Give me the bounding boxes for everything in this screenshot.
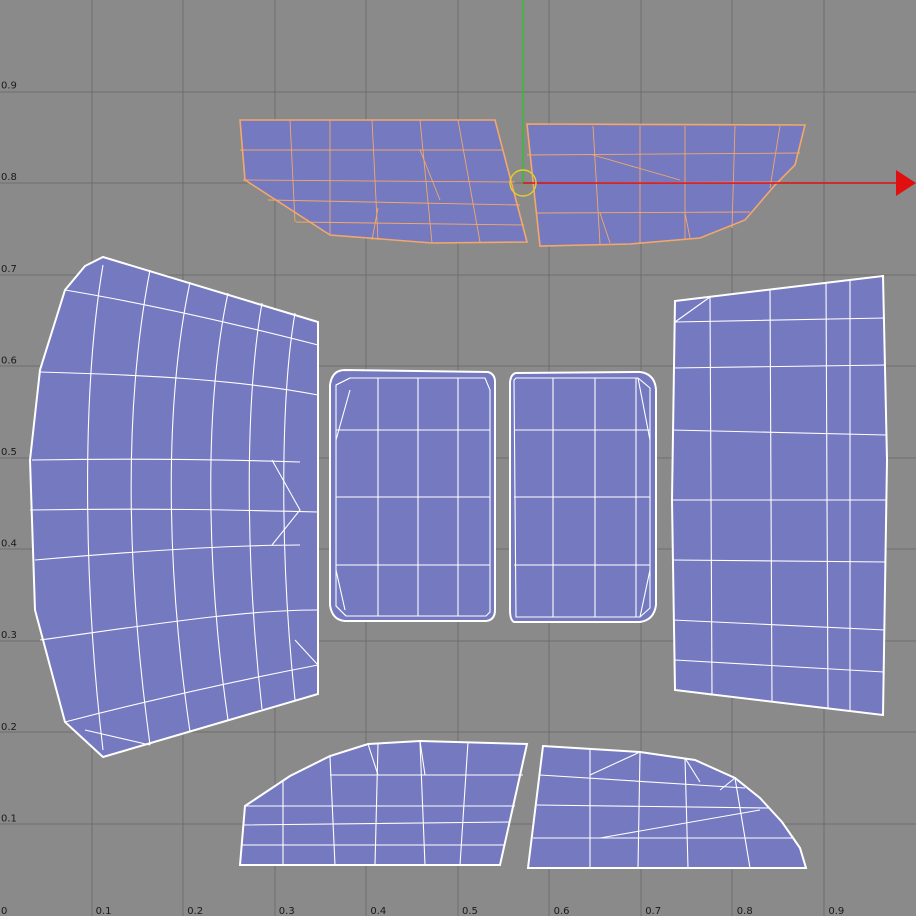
y-tick-label: 0.5	[1, 447, 17, 458]
x-tick-label: 0.6	[554, 906, 570, 916]
x-tick-label: 0.3	[279, 906, 295, 916]
y-tick-label: 0.1	[1, 813, 17, 824]
x-tick-label: 0.5	[462, 906, 478, 916]
uv-viewport[interactable]: 0 0.1 0.2 0.3 0.4 0.5 0.6 0.7 0.8 0.9 0.1 0.2 0.3 0.…	[0, 0, 916, 916]
y-tick-label: 0.2	[1, 722, 17, 733]
x-tick-label: 0.4	[370, 906, 386, 916]
y-tick-label: 0.4	[1, 539, 17, 550]
left-panel-shell[interactable]	[28, 255, 319, 759]
y-tick-label: 0.9	[1, 81, 17, 92]
center-left-shell[interactable]	[329, 368, 496, 622]
y-tick-label: 0.7	[1, 264, 17, 275]
x-tick-label: 0	[1, 906, 7, 916]
center-right-shell[interactable]	[509, 370, 657, 623]
x-tick-label: 0.8	[737, 906, 753, 916]
right-panel-shell[interactable]	[670, 274, 889, 717]
x-tick-label: 0.1	[96, 906, 112, 916]
x-tick-label: 0.7	[645, 906, 661, 916]
x-tick-label: 0.2	[187, 906, 203, 916]
y-tick-label: 0.6	[1, 355, 17, 366]
uv-texture-editor[interactable]: 0 0.1 0.2 0.3 0.4 0.5 0.6 0.7 0.8 0.9 0.1 0.2 0.3 0.…	[0, 0, 916, 916]
y-tick-label: 0.8	[1, 172, 17, 183]
x-tick-label: 0.9	[828, 906, 844, 916]
y-tick-label: 0.3	[1, 630, 17, 641]
